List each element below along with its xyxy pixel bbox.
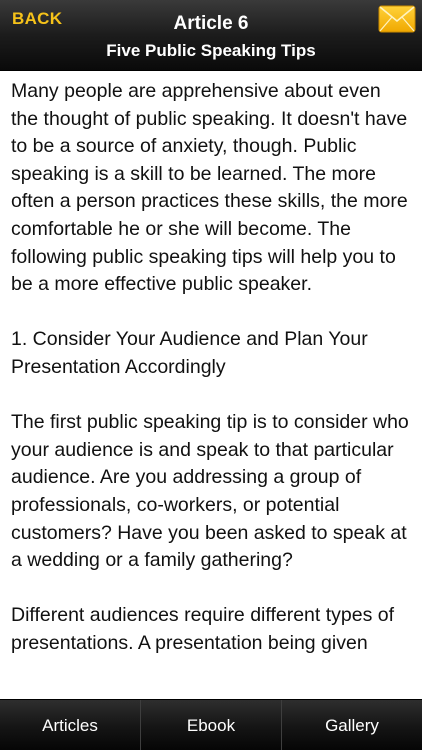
article-paragraph: Many people are apprehensive about even … [11,80,408,296]
page-subtitle: Five Public Speaking Tips [106,41,316,60]
tab-articles[interactable]: Articles [0,700,141,750]
tab-gallery[interactable]: Gallery [282,700,422,750]
mail-button[interactable] [378,5,416,33]
navigation-bar: BACK Article 6 Five Public Speaking Tips [0,0,422,71]
screen: BACK Article 6 Five Public Speaking Tips… [0,0,422,750]
page-title: Article 6 [173,13,249,34]
tab-ebook[interactable]: Ebook [141,700,282,750]
article-paragraph: 1. Consider Your Audience and Plan Your … [11,328,368,378]
article-body: Many people are apprehensive about even … [0,71,422,657]
article-content[interactable]: Many people are apprehensive about even … [0,71,422,699]
mail-envelope-icon [378,5,416,33]
article-paragraph: Different audiences require different ty… [11,604,395,654]
tab-bar: Articles Ebook Gallery [0,699,422,750]
article-paragraph: The first public speaking tip is to cons… [11,411,409,572]
